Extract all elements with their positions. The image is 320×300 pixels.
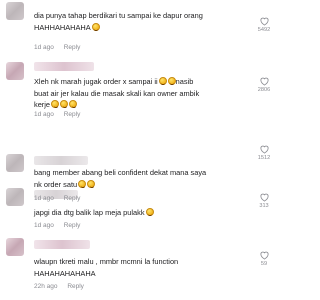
like-button[interactable]: 59: [252, 250, 276, 267]
username[interactable]: [34, 240, 90, 249]
avatar[interactable]: [6, 62, 24, 80]
reply-button[interactable]: Reply: [64, 44, 81, 51]
reply-button[interactable]: Reply: [64, 195, 81, 202]
username[interactable]: [34, 156, 88, 165]
comment-item: wlaupn tkreti malu , mmbr mcmni la funct…: [0, 232, 284, 300]
comment-meta: 1d ago Reply: [34, 195, 80, 202]
like-button[interactable]: 5492: [252, 16, 276, 33]
comment-date: 1d ago: [34, 44, 54, 51]
comment-meta: 1d ago Reply: [34, 222, 80, 229]
comment-line: HAHAHAHAHAHA: [34, 268, 96, 278]
comment-date: 1d ago: [34, 111, 54, 118]
heart-icon: [259, 193, 269, 202]
comment-line: kerje: [34, 100, 51, 109]
reply-button[interactable]: Reply: [64, 111, 81, 118]
laughing-emoji-icon: [60, 100, 69, 108]
heart-icon: [259, 251, 269, 260]
username[interactable]: [34, 62, 94, 71]
comment-line: bang member abang beli confident dekat m…: [34, 168, 207, 177]
reply-button[interactable]: Reply: [64, 222, 81, 229]
avatar[interactable]: [6, 188, 24, 206]
like-count: 2806: [257, 87, 271, 93]
reply-button[interactable]: Reply: [67, 283, 84, 290]
avatar[interactable]: [6, 154, 24, 172]
comment-text: japgi dia dtg balik lap meja pulakk: [34, 207, 248, 219]
comment-line: nasib: [175, 77, 194, 86]
comment-line: Xleh nk marah jugak order x sampai ii: [34, 77, 158, 86]
like-count: 59: [260, 261, 268, 267]
comment-line: buat air jer kalau die masak skali kan o…: [34, 88, 200, 98]
comment-meta: 22h ago Reply: [34, 283, 84, 290]
comment-meta: 1d ago Reply: [34, 111, 80, 118]
like-button[interactable]: 313: [252, 192, 276, 209]
avatar[interactable]: [6, 238, 24, 256]
heart-icon: [259, 17, 269, 26]
comment-text: wlaupn tkreti malu , mmbr mcmni la funct…: [34, 256, 248, 279]
comment-date: 1d ago: [34, 222, 54, 229]
laughing-emoji-icon: [158, 77, 167, 85]
laughing-emoji-icon: [91, 22, 100, 31]
comment-text: Xleh nk marah jugak order x sampai ii nas…: [34, 76, 248, 111]
laughing-emoji-icon: [51, 100, 60, 108]
like-count: 5492: [257, 27, 271, 33]
comment-item: bang member abang beli confident dekat m…: [0, 120, 284, 189]
laughing-emoji-icon: [69, 100, 78, 108]
comment-line: HAHHAHAHAHA: [34, 22, 91, 32]
heart-icon: [259, 145, 269, 154]
laughing-emoji-icon: [167, 77, 176, 85]
comment-meta: 1d ago Reply: [34, 44, 80, 51]
comment-line: japgi dia dtg balik lap meja pulakk: [34, 208, 145, 217]
laughing-emoji-icon: [145, 208, 154, 216]
comment-date: 22h ago: [34, 283, 58, 290]
comment-item: dia punya tahap berdikari tu sampai ke d…: [0, 0, 284, 58]
like-button[interactable]: 1512: [252, 144, 276, 161]
like-count: 313: [259, 203, 269, 209]
comment-text: dia punya tahap berdikari tu sampai ke d…: [34, 10, 248, 33]
comment-line: dia punya tahap berdikari tu sampai ke d…: [34, 11, 203, 20]
comment-line: wlaupn tkreti malu , mmbr mcmni la funct…: [34, 257, 179, 266]
heart-icon: [259, 77, 269, 86]
avatar[interactable]: [6, 2, 24, 20]
comment-date: 1d ago: [34, 195, 54, 202]
like-count: 1512: [257, 155, 271, 161]
like-button[interactable]: 2806: [252, 76, 276, 93]
